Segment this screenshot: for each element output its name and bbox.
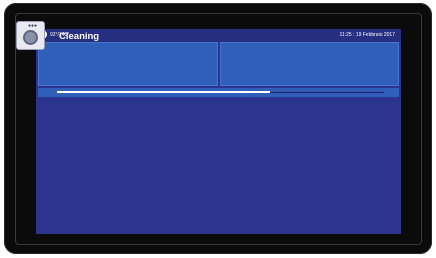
progress-bar — [57, 91, 384, 93]
tv-screen: 92°/145° 11:25 : 19 Febbraio 2017 — [36, 29, 401, 234]
tile-empty[interactable] — [220, 42, 399, 86]
date-time: 11:25 : 19 Febbraio 2017 — [339, 32, 395, 38]
tile-cleaning[interactable] — [38, 42, 218, 86]
progress-strip — [38, 88, 399, 97]
tile-label-cleaning: Cleaning — [59, 31, 100, 42]
progress-fill — [57, 91, 270, 93]
washing-machine-icon: ●●● — [16, 21, 45, 50]
